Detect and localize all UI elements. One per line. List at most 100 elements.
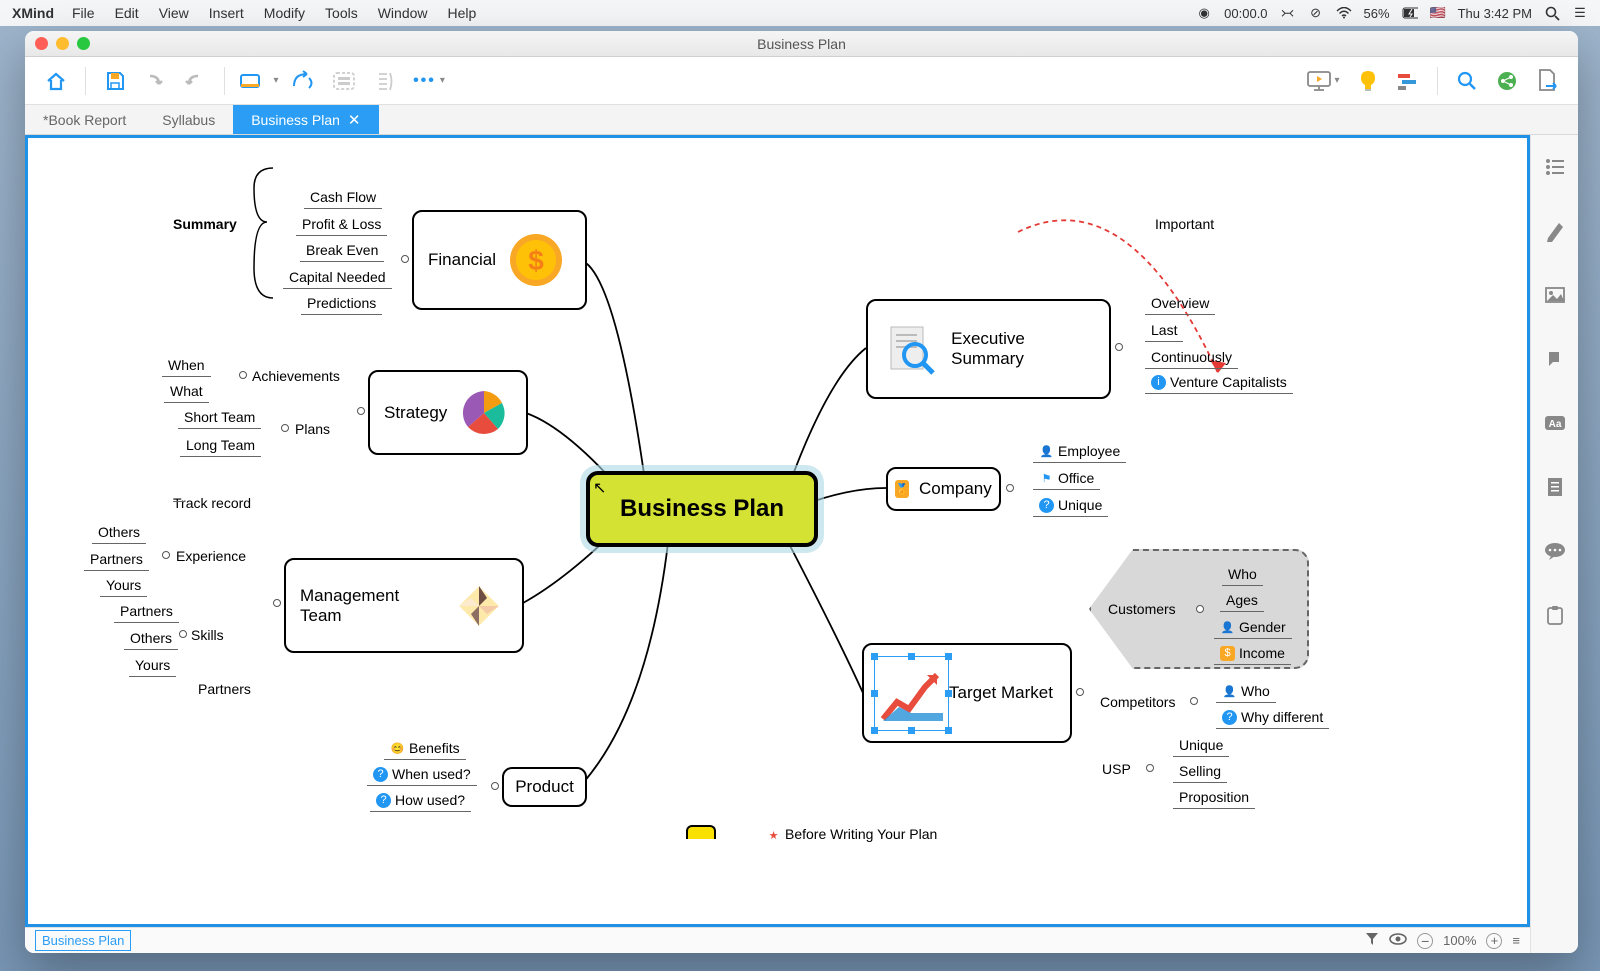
marker-icon[interactable]: [1543, 347, 1567, 371]
outline-icon[interactable]: [1543, 155, 1567, 179]
present-button[interactable]: ▾: [1301, 64, 1345, 98]
menu-tools[interactable]: Tools: [325, 5, 358, 21]
node-usp[interactable]: USP: [1102, 761, 1131, 777]
boundary-button[interactable]: [327, 64, 361, 98]
save-button[interactable]: [98, 64, 132, 98]
sub-employee[interactable]: 👤Employee: [1033, 440, 1126, 463]
idea-button[interactable]: [1351, 64, 1385, 98]
menu-window[interactable]: Window: [378, 5, 428, 21]
font-icon[interactable]: Aa: [1543, 411, 1567, 435]
node-financial[interactable]: Financial $: [412, 210, 587, 310]
close-window[interactable]: [35, 37, 48, 50]
sub-gender[interactable]: 👤Gender: [1214, 616, 1292, 639]
sub-usp-prop[interactable]: Proposition: [1173, 786, 1255, 809]
gantt-button[interactable]: [1391, 64, 1425, 98]
sub-whenused[interactable]: ?When used?: [367, 763, 477, 786]
summary-button[interactable]: [367, 64, 401, 98]
notes-icon[interactable]: [1543, 475, 1567, 499]
node-plans[interactable]: Plans: [295, 421, 330, 437]
minimize-window[interactable]: [56, 37, 69, 50]
menu-icon[interactable]: ☰: [1572, 5, 1588, 21]
sub-overview[interactable]: Overview: [1145, 292, 1215, 315]
sub-shortteam[interactable]: Short Team: [178, 406, 261, 429]
sub-last[interactable]: Last: [1145, 319, 1183, 342]
relationship-important[interactable]: Important: [1155, 216, 1214, 232]
sheet-tab[interactable]: Business Plan: [35, 930, 131, 951]
share-button[interactable]: [1490, 64, 1524, 98]
menu-modify[interactable]: Modify: [264, 5, 305, 21]
comments-icon[interactable]: [1543, 539, 1567, 563]
sub-exp-yours[interactable]: Yours: [100, 574, 147, 597]
node-target[interactable]: Target Market: [862, 643, 1072, 743]
filter-icon[interactable]: [1365, 932, 1379, 949]
menu-help[interactable]: Help: [448, 5, 477, 21]
sub-longteam[interactable]: Long Team: [180, 434, 261, 457]
sub-usp-unique[interactable]: Unique: [1173, 734, 1229, 757]
maximize-window[interactable]: [77, 37, 90, 50]
sub-income[interactable]: $Income: [1214, 642, 1291, 665]
sub-howused[interactable]: ?How used?: [370, 789, 471, 812]
sub-before-writing[interactable]: ★Before Writing Your Plan: [766, 826, 937, 843]
sub-office[interactable]: ⚑Office: [1033, 467, 1100, 490]
node-product[interactable]: Product: [502, 767, 587, 807]
floating-topic-partial[interactable]: [686, 825, 716, 839]
record-icon[interactable]: ◉: [1196, 5, 1212, 21]
sub-predictions[interactable]: Predictions: [301, 292, 382, 315]
eye-icon[interactable]: [1389, 933, 1407, 948]
sub-ages[interactable]: Ages: [1220, 589, 1264, 612]
sub-unique[interactable]: ?Unique: [1033, 494, 1108, 517]
sub-cashflow[interactable]: Cash Flow: [304, 186, 382, 209]
node-mgmt[interactable]: Management Team: [284, 558, 524, 653]
node-achievements[interactable]: Achievements: [252, 368, 340, 384]
menu-view[interactable]: View: [159, 5, 189, 21]
search-button[interactable]: [1450, 64, 1484, 98]
flag-icon[interactable]: 🇺🇸: [1430, 5, 1446, 21]
app-name[interactable]: XMind: [12, 5, 54, 21]
node-competitors[interactable]: Competitors: [1100, 694, 1175, 710]
menu-insert[interactable]: Insert: [209, 5, 244, 21]
sub-continuously[interactable]: Continuously: [1145, 346, 1238, 369]
sub-pl[interactable]: Profit & Loss: [296, 213, 387, 236]
sub-who[interactable]: Who: [1222, 563, 1263, 586]
undo-button[interactable]: [138, 64, 172, 98]
spotlight-icon[interactable]: [1544, 5, 1560, 21]
node-experience[interactable]: Experience: [176, 548, 246, 564]
format-icon[interactable]: [1543, 219, 1567, 243]
menu-lines-icon[interactable]: ≡: [1512, 933, 1520, 948]
sub-sk-yours[interactable]: Yours: [129, 654, 176, 677]
sub-breakeven[interactable]: Break Even: [300, 239, 384, 262]
bluetooth-icon[interactable]: ᚛᚜: [1280, 5, 1296, 21]
menu-edit[interactable]: Edit: [115, 5, 139, 21]
tab-syllabus[interactable]: Syllabus: [144, 105, 233, 134]
node-strategy[interactable]: Strategy: [368, 370, 528, 455]
topic-button[interactable]: ▾: [237, 64, 281, 98]
sub-sk-partners[interactable]: Partners: [114, 600, 179, 623]
dnd-icon[interactable]: ⊘: [1308, 5, 1324, 21]
task-icon[interactable]: [1543, 603, 1567, 627]
wifi-icon[interactable]: [1336, 5, 1352, 21]
node-summary[interactable]: Summary: [173, 216, 237, 232]
node-customers[interactable]: Customers: [1108, 601, 1176, 617]
more-button[interactable]: •••▾: [407, 64, 451, 98]
sub-sk-others[interactable]: Others: [124, 627, 178, 650]
sub-what[interactable]: What: [164, 380, 209, 403]
tab-book-report[interactable]: *Book Report: [25, 105, 144, 134]
sub-capital[interactable]: Capital Needed: [283, 266, 392, 289]
export-button[interactable]: [1530, 64, 1564, 98]
sub-exp-others[interactable]: Others: [92, 521, 146, 544]
sub-when[interactable]: When: [162, 354, 211, 377]
menu-file[interactable]: File: [72, 5, 95, 21]
tab-business-plan[interactable]: Business Plan✕: [233, 105, 378, 134]
node-central[interactable]: Business Plan: [586, 471, 818, 547]
close-icon[interactable]: ✕: [348, 111, 361, 129]
mindmap-canvas[interactable]: Business Plan ↖ Financial $ Summary Cash…: [25, 135, 1530, 927]
titlebar[interactable]: Business Plan: [25, 31, 1578, 57]
zoom-in[interactable]: +: [1486, 933, 1502, 949]
node-skills[interactable]: Skills: [191, 627, 224, 643]
zoom-out[interactable]: −: [1417, 933, 1433, 949]
sub-exp-partners[interactable]: Partners: [84, 548, 149, 571]
battery-icon[interactable]: [1402, 5, 1418, 21]
sub-usp-selling[interactable]: Selling: [1173, 760, 1227, 783]
node-partnersonly[interactable]: Partners: [198, 681, 251, 697]
sub-vc[interactable]: iVenture Capitalists: [1145, 371, 1293, 394]
